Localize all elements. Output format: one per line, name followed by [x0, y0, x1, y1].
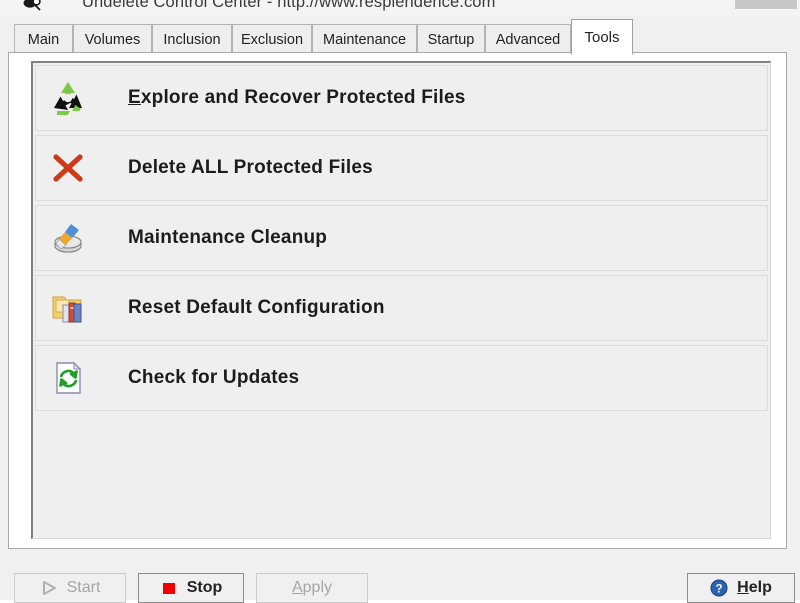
- tool-label-delete-all: Delete ALL Protected Files: [128, 157, 373, 179]
- tools-tab-panel: Explore and Recover Protected Files Dele…: [8, 52, 787, 549]
- tool-item-explore-recover[interactable]: Explore and Recover Protected Files: [35, 65, 768, 131]
- window-controls[interactable]: [735, 0, 797, 9]
- tab-strip: Main Volumes Inclusion Exclusion Mainten…: [0, 16, 800, 56]
- apply-button-suffix: pply: [302, 579, 333, 596]
- stop-button[interactable]: Stop: [138, 573, 244, 603]
- svg-text:?: ?: [716, 583, 723, 595]
- stop-square-icon: [160, 579, 178, 597]
- title-bar: Undelete Control Center - http://www.res…: [0, 0, 800, 16]
- tab-exclusion[interactable]: Exclusion: [232, 24, 312, 54]
- tab-inclusion[interactable]: Inclusion: [152, 24, 232, 54]
- help-button-suffix: elp: [748, 579, 772, 596]
- tool-label-maintenance-cleanup: Maintenance Cleanup: [128, 227, 327, 249]
- apply-button-label: Apply: [292, 579, 332, 597]
- tool-item-reset-default-config[interactable]: Reset Default Configuration: [35, 275, 768, 341]
- recycle-icon: [46, 76, 90, 120]
- tab-maintenance[interactable]: Maintenance: [312, 24, 417, 54]
- tool-label-suffix-0: xplore and Recover Protected Files: [140, 87, 466, 108]
- tool-label-prefix-3: Reset Default Configuration: [128, 297, 385, 318]
- tool-label-prefix-4: Check for Updates: [128, 367, 300, 388]
- bottom-button-bar: Start Stop Apply ? Help: [0, 556, 800, 603]
- app-icon: [22, 0, 44, 14]
- application-window: Undelete Control Center - http://www.res…: [0, 0, 800, 603]
- help-button-label: Help: [737, 579, 772, 597]
- start-button-label: Start: [66, 579, 101, 596]
- folder-books-icon: [46, 286, 90, 330]
- tab-tools[interactable]: Tools: [571, 19, 633, 55]
- tool-label-reset-default-config: Reset Default Configuration: [128, 297, 385, 319]
- tool-label-prefix-2: Maintenance Cleanup: [128, 227, 328, 248]
- tab-volumes[interactable]: Volumes: [73, 24, 152, 54]
- disk-broom-icon: [46, 216, 90, 260]
- help-button[interactable]: ? Help: [687, 573, 795, 603]
- stop-button-label: Stop: [186, 579, 223, 596]
- tools-list: Explore and Recover Protected Files Dele…: [31, 61, 771, 539]
- apply-button-accel: A: [291, 579, 303, 596]
- help-button-accel: H: [737, 579, 749, 596]
- tab-advanced[interactable]: Advanced: [485, 24, 571, 54]
- tab-main[interactable]: Main: [14, 24, 73, 54]
- play-triangle-icon: [40, 579, 58, 597]
- tool-label-explore-recover: Explore and Recover Protected Files: [128, 87, 466, 109]
- tool-label-prefix-1: Delete ALL Protected Files: [128, 157, 373, 178]
- tool-item-delete-all[interactable]: Delete ALL Protected Files: [35, 135, 768, 201]
- tab-startup[interactable]: Startup: [417, 24, 485, 54]
- window-title: Undelete Control Center - http://www.res…: [82, 0, 496, 11]
- tool-label-check-updates: Check for Updates: [128, 367, 299, 389]
- red-x-icon: [46, 146, 90, 190]
- apply-button[interactable]: Apply: [256, 573, 368, 603]
- tool-item-check-updates[interactable]: Check for Updates: [35, 345, 768, 411]
- tool-item-maintenance-cleanup[interactable]: Maintenance Cleanup: [35, 205, 768, 271]
- start-button[interactable]: Start: [14, 573, 126, 603]
- tool-label-accel-0: E: [128, 87, 141, 108]
- page-refresh-icon: [46, 356, 90, 400]
- question-circle-icon: ?: [710, 579, 728, 597]
